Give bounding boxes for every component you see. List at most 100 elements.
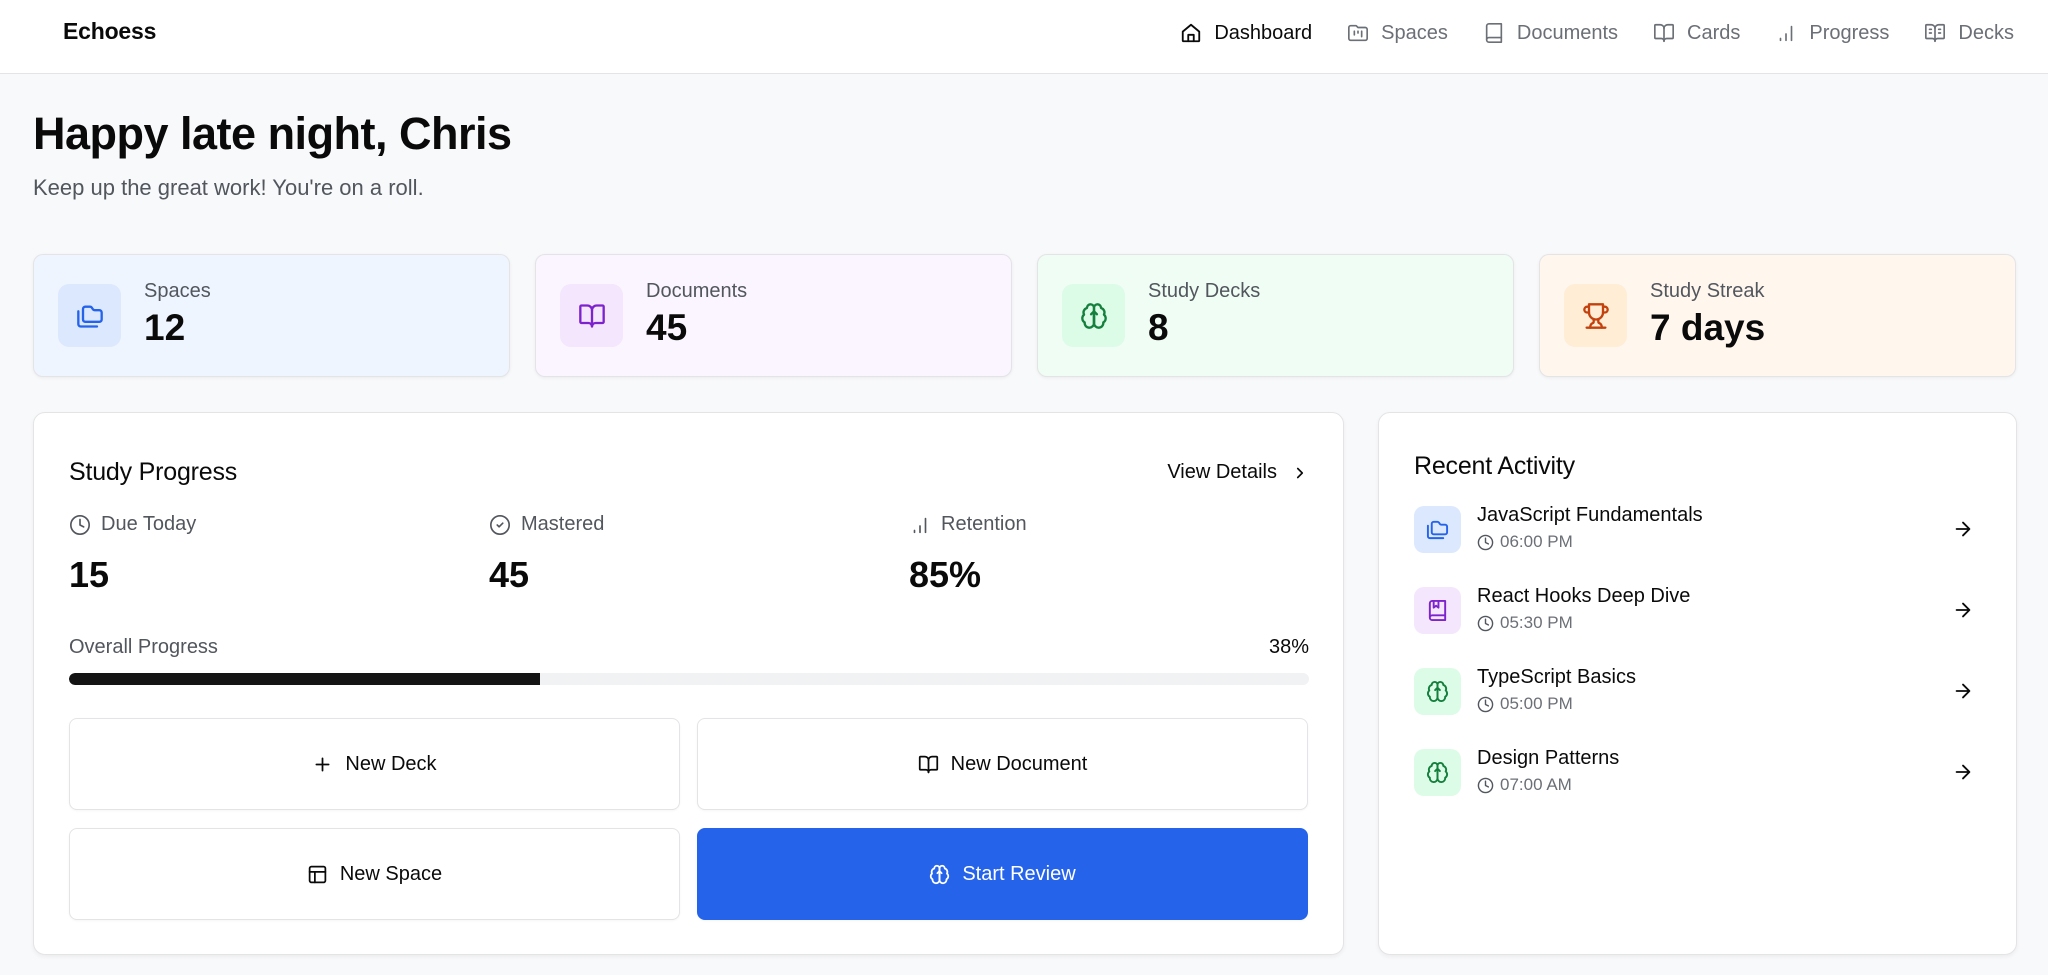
trophy-icon — [1582, 302, 1609, 329]
activity-item[interactable]: JavaScript Fundamentals 06:00 PM — [1414, 504, 1984, 564]
nav-item-dashboard[interactable]: Dashboard — [1180, 22, 1312, 45]
button-label: New Document — [950, 752, 1088, 775]
stat-icon-box — [1564, 284, 1627, 347]
nav-label: Spaces — [1381, 21, 1448, 44]
button-label: Start Review — [962, 862, 1076, 885]
book-icon — [1485, 23, 1503, 43]
nav-label: Cards — [1687, 21, 1741, 44]
book-open-icon — [918, 755, 938, 773]
arrow-right-icon[interactable] — [1952, 761, 1974, 783]
folders-icon — [76, 305, 103, 328]
activity-title: React Hooks Deep Dive — [1477, 585, 1691, 607]
clock-icon — [1477, 777, 1494, 793]
view-details-label: View Details — [1167, 461, 1277, 483]
stat-card-study-streak[interactable]: Study Streak 7 days — [1539, 254, 2016, 377]
study-progress-card: Study Progress View Details Due Today 15… — [33, 412, 1344, 955]
metric-value: 85% — [909, 554, 982, 595]
folder-kanban-icon — [1348, 24, 1369, 42]
brain-icon — [930, 864, 950, 884]
nav-label: Documents — [1516, 21, 1619, 44]
check-circle-icon — [490, 514, 510, 535]
recent-activity-card: Recent Activity JavaScript Fundamentals … — [1378, 412, 2017, 955]
clock-icon — [1477, 534, 1494, 550]
activity-time: 06:00 PM — [1477, 532, 1573, 552]
metric-value: 15 — [69, 554, 110, 595]
layout-icon — [308, 865, 327, 883]
brain-icon — [1080, 302, 1107, 329]
page-subtitle: Keep up the great work! You're on a roll… — [33, 175, 424, 200]
nav-label: Dashboard — [1214, 21, 1313, 44]
activity-item[interactable]: Design Patterns 07:00 AM — [1414, 747, 1984, 807]
nav-item-decks[interactable]: Decks — [1924, 22, 2014, 45]
stat-icon-box — [560, 284, 623, 347]
bar-chart-icon — [1780, 25, 1793, 42]
bookmark-book-icon — [1428, 599, 1447, 622]
stat-value: 7 days — [1650, 307, 1766, 348]
stat-card-documents[interactable]: Documents 45 — [535, 254, 1012, 377]
stat-label: Study Streak — [1650, 280, 1765, 302]
metric-retention: Retention 85% — [909, 513, 1027, 596]
overall-progress-label: Overall Progress — [69, 636, 218, 658]
plus-icon — [315, 757, 330, 771]
new-space-button[interactable]: New Space — [69, 828, 680, 920]
stat-icon-box — [58, 284, 121, 347]
new-deck-button[interactable]: New Deck — [69, 718, 680, 810]
nav-item-progress[interactable]: Progress — [1775, 22, 1889, 45]
brain-icon — [1426, 762, 1449, 784]
view-details-button[interactable]: View Details — [1167, 461, 1309, 484]
nav-item-spaces[interactable]: Spaces — [1347, 22, 1448, 45]
stat-label: Documents — [646, 280, 748, 302]
stat-value: 8 — [1148, 307, 1169, 348]
stat-value: 45 — [646, 307, 688, 348]
button-label: New Space — [339, 862, 443, 885]
activity-time-text: 05:30 PM — [1500, 613, 1573, 632]
overall-progress-bar — [69, 673, 1309, 685]
arrow-right-icon[interactable] — [1952, 518, 1974, 540]
nav-item-documents[interactable]: Documents — [1483, 22, 1618, 45]
activity-time: 05:30 PM — [1477, 613, 1573, 633]
activity-icon-box — [1414, 587, 1461, 634]
chevron-right-icon — [1296, 467, 1304, 478]
activity-title: TypeScript Basics — [1477, 666, 1636, 688]
start-review-button[interactable]: Start Review — [697, 828, 1308, 920]
metric-label: Due Today — [101, 513, 197, 535]
page-title: Happy late night, Chris — [33, 108, 512, 159]
nav-item-cards[interactable]: Cards — [1653, 22, 1740, 45]
metric-due-today: Due Today 15 — [69, 513, 196, 596]
activity-time: 07:00 AM — [1477, 775, 1572, 795]
metric-label: Mastered — [521, 513, 605, 535]
stat-label: Study Decks — [1148, 280, 1261, 302]
metric-mastered: Mastered 45 — [489, 513, 604, 596]
book-open-icon — [1654, 23, 1675, 43]
new-document-button[interactable]: New Document — [697, 718, 1308, 810]
recent-activity-title: Recent Activity — [1414, 452, 1575, 480]
stat-label: Spaces — [144, 280, 211, 302]
activity-item[interactable]: React Hooks Deep Dive 05:30 PM — [1414, 585, 1984, 645]
clock-icon — [1477, 615, 1494, 631]
overall-progress-fill — [69, 673, 541, 685]
arrow-right-icon[interactable] — [1952, 680, 1974, 702]
folders-icon — [1426, 520, 1449, 540]
activity-time: 05:00 PM — [1477, 694, 1573, 714]
activity-title: JavaScript Fundamentals — [1477, 504, 1703, 526]
nav-label: Progress — [1809, 21, 1890, 44]
arrow-right-icon[interactable] — [1952, 599, 1974, 621]
activity-icon-box — [1414, 668, 1461, 715]
overall-progress-value: 38% — [1268, 636, 1309, 658]
activity-time-text: 06:00 PM — [1500, 532, 1573, 551]
stat-card-study-decks[interactable]: Study Decks 8 — [1037, 254, 1514, 377]
activity-item[interactable]: TypeScript Basics 05:00 PM — [1414, 666, 1984, 726]
activity-title: Design Patterns — [1477, 747, 1620, 769]
brand-logo[interactable]: Echoess — [63, 18, 156, 45]
home-icon — [1182, 23, 1201, 43]
study-progress-title: Study Progress — [69, 458, 238, 486]
stat-card-spaces[interactable]: Spaces 12 — [33, 254, 510, 377]
activity-icon-box — [1414, 506, 1461, 553]
activity-time-text: 05:00 PM — [1500, 694, 1573, 713]
book-open-icon — [578, 303, 605, 328]
book-open-text-icon — [1925, 23, 1946, 43]
clock-icon — [70, 514, 90, 535]
metric-label: Retention — [941, 513, 1027, 535]
brain-icon — [1426, 681, 1449, 703]
clock-icon — [1477, 696, 1494, 712]
